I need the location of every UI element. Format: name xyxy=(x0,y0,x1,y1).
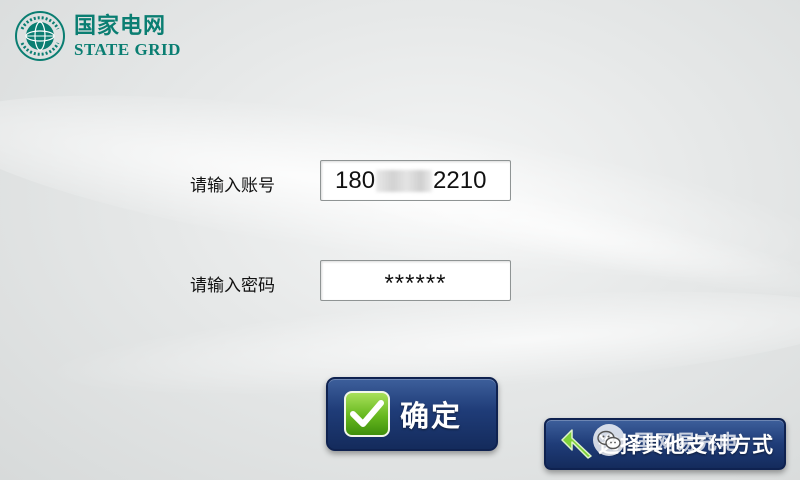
logo-text: 国家电网 STATE GRID xyxy=(74,15,181,58)
brand-name-cn: 国家电网 xyxy=(74,12,167,39)
back-arrow-icon xyxy=(561,429,592,459)
other-payment-label: 选择其他支付方式 xyxy=(598,433,774,457)
password-value: ****** xyxy=(384,269,447,297)
account-redacted-digits xyxy=(376,169,433,192)
checkmark-icon xyxy=(344,391,390,437)
account-label: 请输入账号 xyxy=(190,176,275,196)
account-field[interactable]: 180 2210 xyxy=(320,160,511,201)
brand-name-en: STATE GRID xyxy=(74,39,181,59)
other-payment-button[interactable]: 选择其他支付方式 xyxy=(544,418,786,470)
confirm-button-label: 确定 xyxy=(400,399,463,433)
state-grid-emblem-icon xyxy=(15,11,65,61)
password-field[interactable]: ****** xyxy=(320,260,511,301)
state-grid-logo: 国家电网 STATE GRID xyxy=(14,10,181,62)
account-value-prefix: 180 xyxy=(335,166,376,194)
account-value-suffix: 2210 xyxy=(433,166,487,194)
confirm-button[interactable]: 确定 xyxy=(326,377,498,451)
password-label: 请输入密码 xyxy=(190,276,275,296)
